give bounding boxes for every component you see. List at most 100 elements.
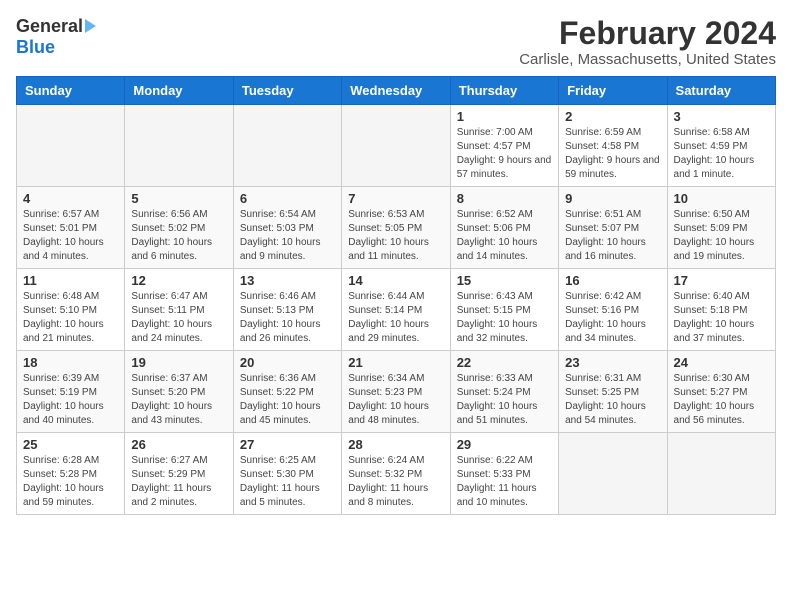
day-number: 10: [674, 191, 769, 206]
logo-blue-text: Blue: [16, 37, 55, 57]
day-number: 24: [674, 355, 769, 370]
day-number: 25: [23, 437, 118, 452]
table-row: 21 Sunrise: 6:34 AM Sunset: 5:23 PM Dayli…: [342, 351, 450, 433]
table-row: [233, 105, 341, 187]
day-number: 15: [457, 273, 552, 288]
day-info: Sunrise: 6:27 AM Sunset: 5:29 PM Dayligh…: [131, 454, 226, 510]
table-row: 27Sunrise: 6:25 AM Sunset: 5:30 PM Dayli…: [233, 433, 341, 515]
day-number: 19: [131, 355, 226, 370]
calendar-week-4: 18Sunrise: 6:39 AM Sunset: 5:19 PM Dayli…: [17, 351, 776, 433]
day-info: Sunrise: 7:00 AM Sunset: 4:57 PM Dayligh…: [457, 126, 552, 182]
day-info: Sunrise: 6:59 AM Sunset: 4:58 PM Dayligh…: [565, 126, 660, 182]
day-number: 7: [348, 191, 443, 206]
day-info: Sunrise: 6:51 AM Sunset: 5:07 PM Dayligh…: [565, 208, 660, 264]
table-row: [667, 433, 775, 515]
day-number: 11: [23, 273, 118, 288]
header-sunday: Sunday: [17, 77, 125, 105]
day-number: 8: [457, 191, 552, 206]
page-header: General Blue February 2024 Carlisle, Mas…: [16, 16, 776, 68]
day-number: 1: [457, 109, 552, 124]
logo: General Blue: [16, 16, 96, 58]
table-row: 26 Sunrise: 6:27 AM Sunset: 5:29 PM Dayli…: [125, 433, 233, 515]
table-row: 14 Sunrise: 6:44 AM Sunset: 5:14 PM Dayli…: [342, 269, 450, 351]
day-info: Sunrise: 6:34 AM Sunset: 5:23 PM Dayligh…: [348, 372, 443, 428]
day-info: Sunrise: 6:47 AM Sunset: 5:11 PM Dayligh…: [131, 290, 226, 346]
day-number: 6: [240, 191, 335, 206]
day-info: Sunrise: 6:50 AM Sunset: 5:09 PM Dayligh…: [674, 208, 769, 264]
table-row: 18Sunrise: 6:39 AM Sunset: 5:19 PM Dayli…: [17, 351, 125, 433]
day-info: Sunrise: 6:24 AM Sunset: 5:32 PM Dayligh…: [348, 454, 443, 510]
logo-general-text: General: [16, 16, 83, 37]
header-friday: Friday: [559, 77, 667, 105]
day-number: 5: [131, 191, 226, 206]
table-row: 13 Sunrise: 6:46 AM Sunset: 5:13 PM Dayli…: [233, 269, 341, 351]
day-info: Sunrise: 6:22 AM Sunset: 5:33 PM Dayligh…: [457, 454, 552, 510]
day-info: Sunrise: 6:28 AM Sunset: 5:28 PM Dayligh…: [23, 454, 118, 510]
day-info: Sunrise: 6:57 AM Sunset: 5:01 PM Dayligh…: [23, 208, 118, 264]
table-row: 24 Sunrise: 6:30 AM Sunset: 5:27 PM Dayli…: [667, 351, 775, 433]
header-thursday: Thursday: [450, 77, 558, 105]
day-info: Sunrise: 6:46 AM Sunset: 5:13 PM Dayligh…: [240, 290, 335, 346]
title-block: February 2024 Carlisle, Massachusetts, U…: [519, 16, 776, 68]
table-row: 2Sunrise: 6:59 AM Sunset: 4:58 PM Daylig…: [559, 105, 667, 187]
table-row: 3 Sunrise: 6:58 AM Sunset: 4:59 PM Daylig…: [667, 105, 775, 187]
calendar-week-2: 4 Sunrise: 6:57 AM Sunset: 5:01 PM Daylig…: [17, 187, 776, 269]
table-row: 25 Sunrise: 6:28 AM Sunset: 5:28 PM Dayli…: [17, 433, 125, 515]
table-row: 6 Sunrise: 6:54 AM Sunset: 5:03 PM Daylig…: [233, 187, 341, 269]
day-info: Sunrise: 6:53 AM Sunset: 5:05 PM Dayligh…: [348, 208, 443, 264]
calendar-table: Sunday Monday Tuesday Wednesday Thursday…: [16, 76, 776, 515]
calendar-week-3: 11 Sunrise: 6:48 AM Sunset: 5:10 PM Dayli…: [17, 269, 776, 351]
day-info: Sunrise: 6:52 AM Sunset: 5:06 PM Dayligh…: [457, 208, 552, 264]
table-row: [559, 433, 667, 515]
day-info: Sunrise: 6:31 AM Sunset: 5:25 PM Dayligh…: [565, 372, 660, 428]
day-number: 12: [131, 273, 226, 288]
header-wednesday: Wednesday: [342, 77, 450, 105]
day-number: 16: [565, 273, 660, 288]
table-row: 12 Sunrise: 6:47 AM Sunset: 5:11 PM Dayli…: [125, 269, 233, 351]
day-number: 4: [23, 191, 118, 206]
day-number: 23: [565, 355, 660, 370]
calendar-week-5: 25 Sunrise: 6:28 AM Sunset: 5:28 PM Dayli…: [17, 433, 776, 515]
day-number: 13: [240, 273, 335, 288]
day-number: 28: [348, 437, 443, 452]
day-info: Sunrise: 6:30 AM Sunset: 5:27 PM Dayligh…: [674, 372, 769, 428]
page-subtitle: Carlisle, Massachusetts, United States: [519, 51, 776, 68]
day-info: Sunrise: 6:56 AM Sunset: 5:02 PM Dayligh…: [131, 208, 226, 264]
table-row: 8 Sunrise: 6:52 AM Sunset: 5:06 PM Daylig…: [450, 187, 558, 269]
table-row: 16 Sunrise: 6:42 AM Sunset: 5:16 PM Dayli…: [559, 269, 667, 351]
table-row: [17, 105, 125, 187]
table-row: 7 Sunrise: 6:53 AM Sunset: 5:05 PM Daylig…: [342, 187, 450, 269]
day-number: 14: [348, 273, 443, 288]
table-row: 1 Sunrise: 7:00 AM Sunset: 4:57 PM Daylig…: [450, 105, 558, 187]
table-row: 15Sunrise: 6:43 AM Sunset: 5:15 PM Dayli…: [450, 269, 558, 351]
table-row: 5 Sunrise: 6:56 AM Sunset: 5:02 PM Daylig…: [125, 187, 233, 269]
day-number: 20: [240, 355, 335, 370]
day-info: Sunrise: 6:44 AM Sunset: 5:14 PM Dayligh…: [348, 290, 443, 346]
day-info: Sunrise: 6:33 AM Sunset: 5:24 PM Dayligh…: [457, 372, 552, 428]
header-saturday: Saturday: [667, 77, 775, 105]
day-number: 3: [674, 109, 769, 124]
table-row: 28 Sunrise: 6:24 AM Sunset: 5:32 PM Dayli…: [342, 433, 450, 515]
table-row: 20Sunrise: 6:36 AM Sunset: 5:22 PM Dayli…: [233, 351, 341, 433]
day-info: Sunrise: 6:40 AM Sunset: 5:18 PM Dayligh…: [674, 290, 769, 346]
header-tuesday: Tuesday: [233, 77, 341, 105]
table-row: 9Sunrise: 6:51 AM Sunset: 5:07 PM Daylig…: [559, 187, 667, 269]
day-info: Sunrise: 6:58 AM Sunset: 4:59 PM Dayligh…: [674, 126, 769, 182]
logo-chevron-icon: [85, 19, 96, 33]
calendar-week-1: 1 Sunrise: 7:00 AM Sunset: 4:57 PM Daylig…: [17, 105, 776, 187]
table-row: 22 Sunrise: 6:33 AM Sunset: 5:24 PM Dayli…: [450, 351, 558, 433]
table-row: 4 Sunrise: 6:57 AM Sunset: 5:01 PM Daylig…: [17, 187, 125, 269]
table-row: 11 Sunrise: 6:48 AM Sunset: 5:10 PM Dayli…: [17, 269, 125, 351]
day-info: Sunrise: 6:54 AM Sunset: 5:03 PM Dayligh…: [240, 208, 335, 264]
day-number: 26: [131, 437, 226, 452]
day-info: Sunrise: 6:48 AM Sunset: 5:10 PM Dayligh…: [23, 290, 118, 346]
day-number: 21: [348, 355, 443, 370]
day-info: Sunrise: 6:25 AM Sunset: 5:30 PM Dayligh…: [240, 454, 335, 510]
day-number: 22: [457, 355, 552, 370]
day-info: Sunrise: 6:39 AM Sunset: 5:19 PM Dayligh…: [23, 372, 118, 428]
day-info: Sunrise: 6:42 AM Sunset: 5:16 PM Dayligh…: [565, 290, 660, 346]
day-number: 29: [457, 437, 552, 452]
table-row: [125, 105, 233, 187]
day-number: 17: [674, 273, 769, 288]
day-info: Sunrise: 6:37 AM Sunset: 5:20 PM Dayligh…: [131, 372, 226, 428]
